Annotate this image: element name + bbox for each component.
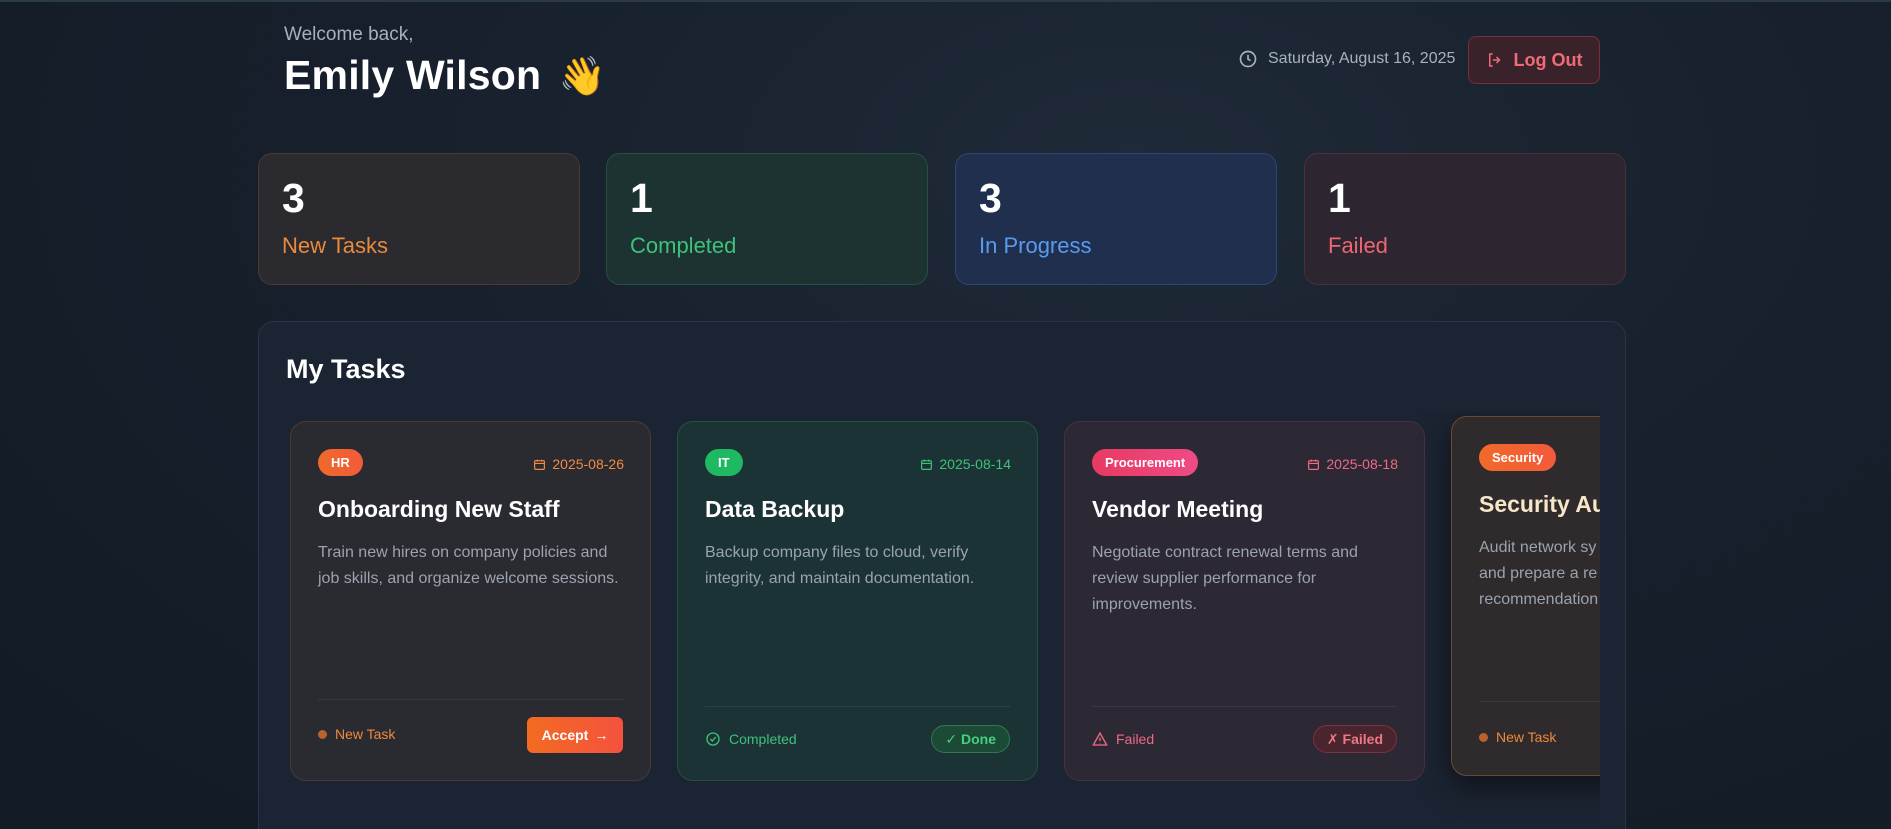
current-date: Saturday, August 16, 2025 bbox=[1268, 50, 1456, 67]
stat-value: 1 bbox=[630, 175, 653, 221]
done-badge: ✓ Done bbox=[931, 725, 1010, 753]
accept-button[interactable]: Accept → bbox=[527, 717, 623, 753]
calendar-icon bbox=[534, 459, 546, 470]
task-card[interactable]: Procurement 2025-08-18 Vendor Meeting Ne… bbox=[1064, 421, 1425, 781]
due-date-text: 2025-08-14 bbox=[939, 456, 1011, 472]
task-card[interactable]: HR 2025-08-26 Onboarding New Staff Train… bbox=[290, 421, 651, 781]
card-divider bbox=[705, 706, 1010, 707]
task-card[interactable]: Security Security Au Audit network sy an… bbox=[1451, 416, 1600, 776]
task-description: Negotiate contract renewal terms and rev… bbox=[1092, 544, 1358, 613]
stat-card-new-tasks: 3 New Tasks bbox=[258, 153, 580, 285]
dashboard: Welcome back, Emily Wilson 👋 Saturday, A… bbox=[258, 2, 1626, 829]
task-description: Train new hires on company policies and … bbox=[318, 544, 619, 587]
due-date-text: 2025-08-26 bbox=[552, 456, 624, 472]
accept-label: Accept bbox=[541, 727, 589, 743]
logout-button[interactable]: Log Out bbox=[1468, 36, 1600, 84]
logout-label: Log Out bbox=[1513, 49, 1583, 70]
my-tasks-panel: My Tasks HR 2025-08-26 Onboarding New St… bbox=[258, 321, 1626, 829]
card-divider bbox=[318, 699, 623, 700]
panel-title: My Tasks bbox=[286, 354, 406, 384]
logout-icon bbox=[1488, 53, 1501, 67]
arrow-right-icon: → bbox=[594, 727, 609, 743]
stat-value: 1 bbox=[1328, 175, 1351, 221]
stat-label: New Tasks bbox=[282, 233, 388, 258]
stat-card-in-progress: 3 In Progress bbox=[955, 153, 1277, 285]
task-status: Failed bbox=[1092, 731, 1154, 747]
calendar-icon bbox=[1308, 459, 1320, 470]
stat-value: 3 bbox=[282, 175, 305, 221]
check-circle-icon bbox=[706, 732, 720, 746]
task-carousel[interactable]: HR 2025-08-26 Onboarding New Staff Train… bbox=[286, 412, 1600, 829]
category-badge: HR bbox=[318, 449, 363, 476]
status-dot-icon bbox=[318, 729, 327, 739]
category-badge: Procurement bbox=[1092, 449, 1199, 476]
warning-icon bbox=[1092, 731, 1108, 746]
task-title: Data Backup bbox=[705, 496, 845, 522]
date-display: Saturday, August 16, 2025 bbox=[1238, 49, 1455, 69]
stat-card-completed: 1 Completed bbox=[606, 153, 928, 285]
task-description: Backup company files to cloud, verify in… bbox=[705, 544, 975, 587]
clock-icon bbox=[1239, 50, 1257, 68]
calendar-icon bbox=[921, 459, 933, 470]
card-divider bbox=[1092, 706, 1397, 707]
user-name-heading: Emily Wilson 👋 bbox=[284, 52, 606, 99]
task-title: Onboarding New Staff bbox=[318, 496, 560, 522]
status-text: Failed bbox=[1116, 731, 1155, 747]
due-date: 2025-08-18 bbox=[1307, 456, 1398, 472]
task-title: Security Au bbox=[1479, 491, 1600, 517]
waving-hand-icon: 👋 bbox=[558, 54, 607, 98]
status-text: New Task bbox=[1496, 729, 1557, 745]
category-badge: Security bbox=[1479, 444, 1557, 471]
task-status: New Task bbox=[318, 726, 395, 742]
task-description: Audit network sy and prepare a re recomm… bbox=[1479, 539, 1599, 608]
status-dot-icon bbox=[1479, 732, 1488, 742]
card-divider bbox=[1479, 701, 1600, 702]
category-badge: IT bbox=[705, 449, 743, 476]
failed-badge: ✗ Failed bbox=[1312, 725, 1397, 753]
welcome-text: Welcome back, bbox=[284, 24, 414, 45]
task-title: Vendor Meeting bbox=[1092, 496, 1264, 522]
stat-label: In Progress bbox=[979, 233, 1092, 258]
status-text: New Task bbox=[335, 726, 396, 742]
user-name: Emily Wilson bbox=[284, 52, 542, 98]
stat-label: Completed bbox=[630, 233, 737, 258]
due-date: 2025-08-26 bbox=[533, 456, 624, 472]
due-date: 2025-08-14 bbox=[920, 456, 1011, 472]
task-status: Completed bbox=[705, 731, 797, 747]
stat-card-failed: 1 Failed bbox=[1304, 153, 1626, 285]
stat-label: Failed bbox=[1328, 233, 1388, 258]
task-card[interactable]: IT 2025-08-14 Data Backup Backup company… bbox=[677, 421, 1038, 781]
task-status: New Task bbox=[1479, 729, 1556, 745]
stat-value: 3 bbox=[979, 175, 1002, 221]
status-text: Completed bbox=[729, 731, 797, 747]
due-date-text: 2025-08-18 bbox=[1326, 456, 1398, 472]
